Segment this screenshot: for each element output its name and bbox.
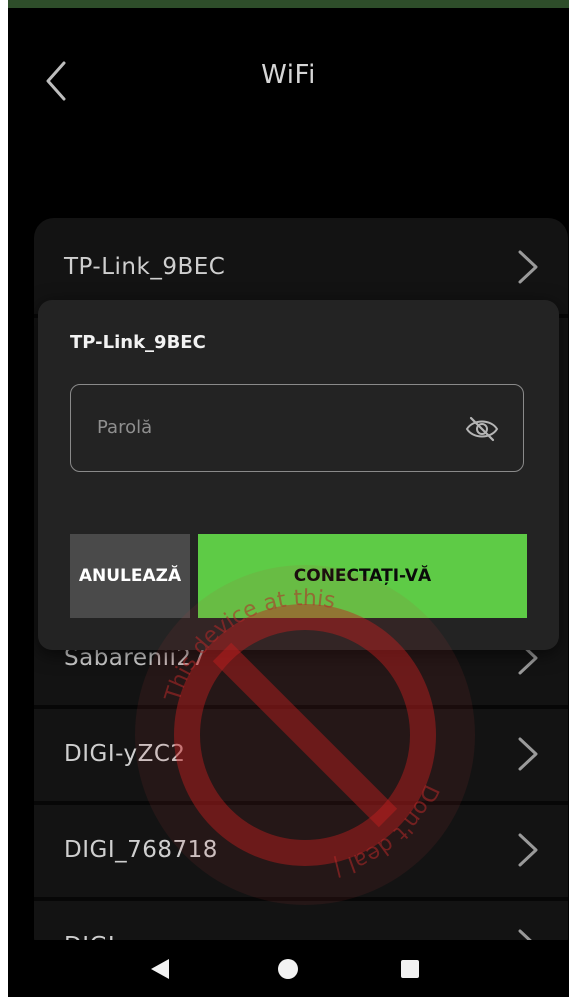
status-bar-accent bbox=[8, 0, 569, 8]
network-name: DIGI_768718 bbox=[64, 837, 218, 863]
password-placeholder: Parolă bbox=[97, 417, 153, 438]
chevron-right-icon bbox=[518, 737, 538, 771]
nav-recents-square-icon bbox=[401, 960, 419, 978]
nav-home-button[interactable] bbox=[248, 940, 328, 997]
wifi-password-dialog: TP-Link_9BEC Parolă ANULEAZĂ CONECTAȚI-V… bbox=[38, 300, 559, 650]
app-header: WiFi bbox=[8, 8, 569, 128]
dialog-network-name: TP-Link_9BEC bbox=[70, 332, 206, 353]
chevron-right-icon bbox=[518, 833, 538, 867]
page-title: WiFi bbox=[261, 60, 316, 90]
network-name: TP-Link_9BEC bbox=[64, 254, 226, 280]
nav-back-button[interactable] bbox=[122, 940, 202, 997]
cancel-button[interactable]: ANULEAZĂ bbox=[70, 534, 190, 618]
chevron-right-icon bbox=[518, 250, 538, 284]
nav-recents-button[interactable] bbox=[370, 940, 450, 997]
connect-button[interactable]: CONECTAȚI-VĂ bbox=[198, 534, 527, 618]
password-input[interactable]: Parolă bbox=[70, 384, 524, 472]
nav-home-circle-icon bbox=[278, 959, 298, 979]
phone-screen: WiFi TP-Link_9BEC Sabarenii27 DIGI-yZC2 … bbox=[8, 0, 569, 997]
network-row-digi-yzc2[interactable]: DIGI-yZC2 bbox=[34, 709, 568, 799]
eye-off-icon[interactable] bbox=[465, 415, 499, 443]
system-nav-bar bbox=[8, 940, 569, 997]
network-row-tp-link-9bec[interactable]: TP-Link_9BEC bbox=[34, 222, 568, 312]
nav-back-triangle-icon bbox=[151, 959, 169, 979]
network-row-digi-768718[interactable]: DIGI_768718 bbox=[34, 805, 568, 895]
network-name: DIGI-yZC2 bbox=[64, 741, 186, 767]
